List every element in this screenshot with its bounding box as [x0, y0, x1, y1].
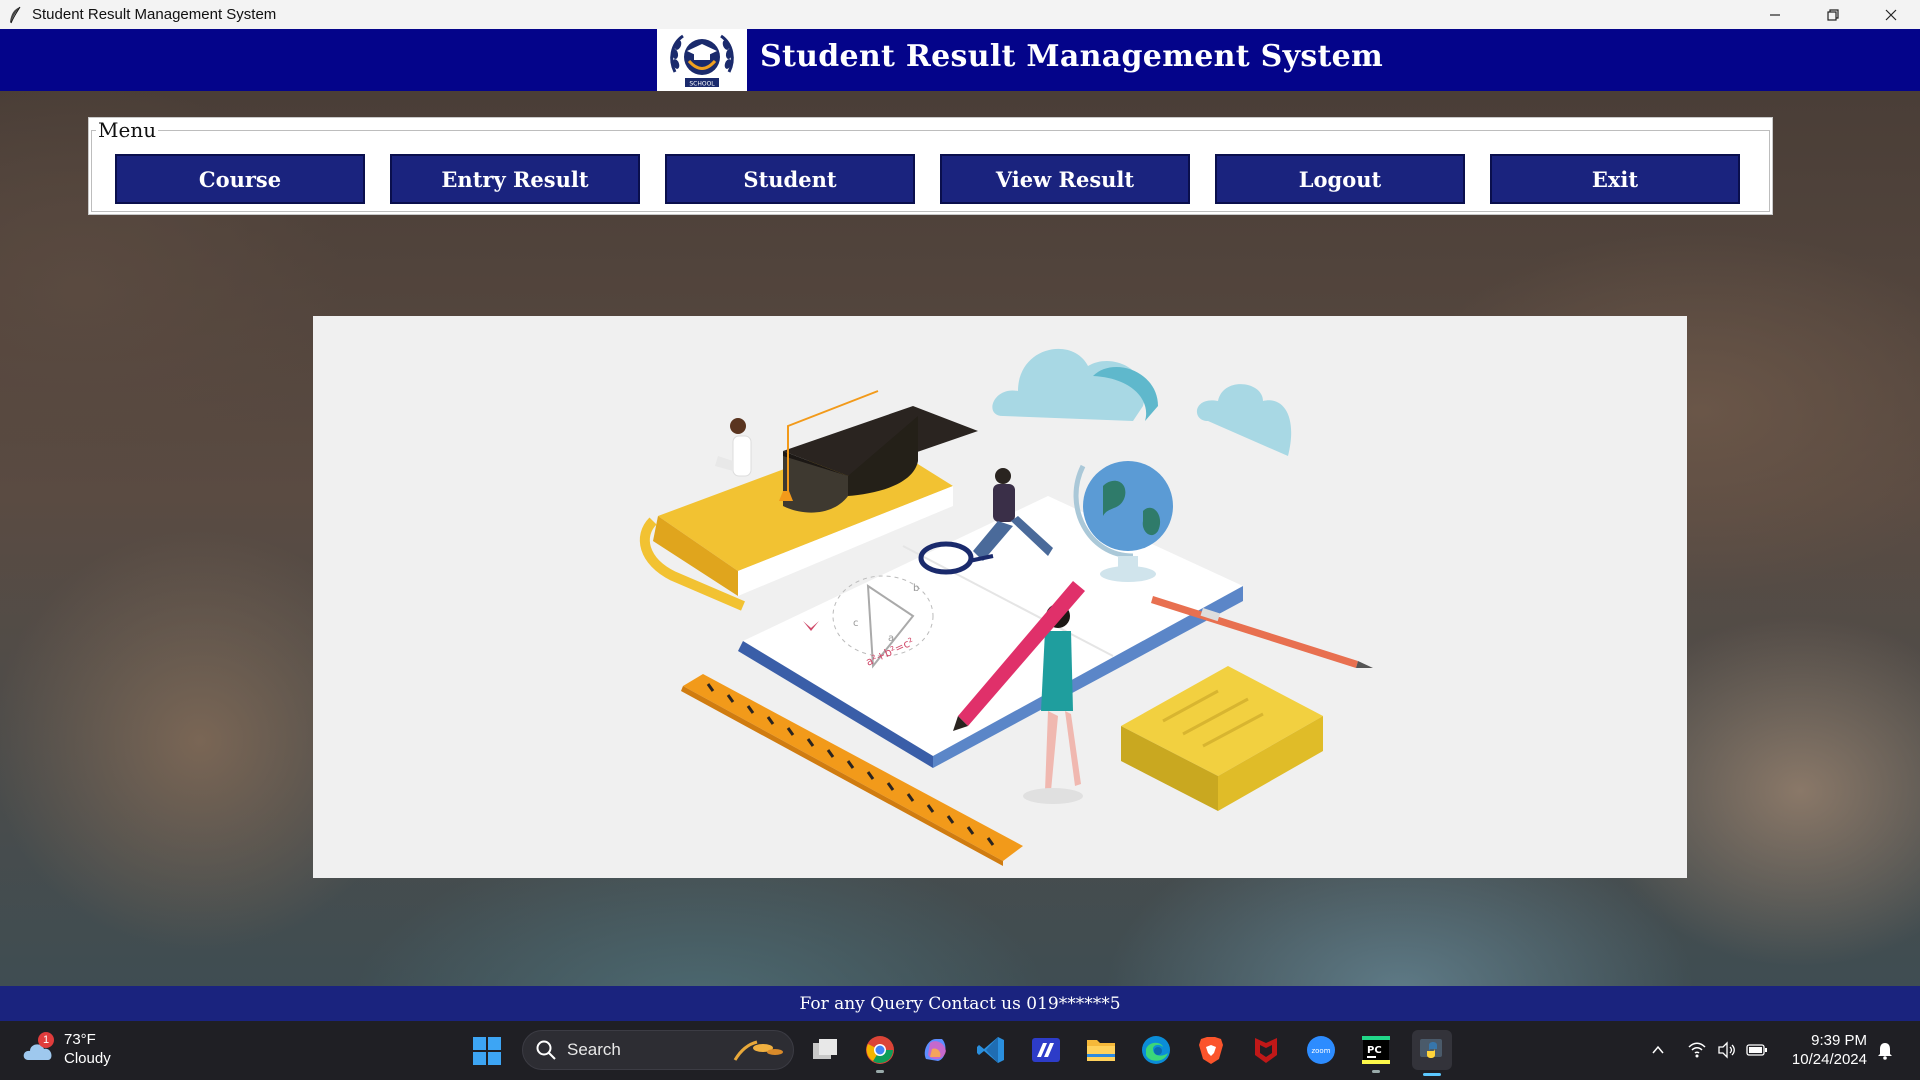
view-result-button[interactable]: View Result — [940, 154, 1190, 204]
app-header: SCHOOL Student Result Management System — [0, 29, 1920, 91]
edge-icon[interactable] — [1139, 1033, 1173, 1067]
vscode-icon[interactable] — [974, 1033, 1008, 1067]
exit-button[interactable]: Exit — [1490, 154, 1740, 204]
svg-text:b: b — [913, 583, 919, 594]
notification-bell-icon[interactable] — [1874, 1039, 1896, 1061]
restore-icon — [1827, 8, 1839, 21]
window-titlebar: Student Result Management System — [0, 0, 1920, 29]
svg-text:SCHOOL: SCHOOL — [689, 81, 715, 88]
search-highlight-icon — [733, 1040, 783, 1061]
weather-condition: Cloudy — [64, 1050, 111, 1067]
school-logo: SCHOOL — [657, 29, 747, 91]
volume-icon[interactable] — [1716, 1039, 1738, 1061]
course-button[interactable]: Course — [115, 154, 365, 204]
svg-text:zoom: zoom — [1311, 1047, 1330, 1055]
search-icon — [536, 1040, 556, 1060]
windows-start-icon[interactable] — [471, 1035, 503, 1067]
clock-time: 9:39 PM — [1811, 1032, 1867, 1049]
svg-text:PC: PC — [1367, 1045, 1382, 1056]
menu-frame: Menu Course Entry Result Student View Re… — [88, 117, 1773, 215]
svg-text:a: a — [888, 633, 894, 644]
minimize-button[interactable] — [1746, 0, 1804, 29]
wifi-icon[interactable] — [1686, 1039, 1708, 1061]
weather-temperature: 73°F — [64, 1031, 96, 1048]
sticky-notes-icon — [1121, 666, 1323, 811]
task-view-icon[interactable] — [808, 1033, 842, 1067]
copilot-icon[interactable] — [918, 1033, 952, 1067]
zoom-icon[interactable]: zoom — [1304, 1033, 1338, 1067]
taskbar-clock[interactable]: 9:39 PM 10/24/2024 — [1787, 1031, 1867, 1069]
app-title: Student Result Management System — [760, 39, 1384, 74]
chrome-icon[interactable] — [863, 1033, 897, 1073]
search-label: Search — [567, 1040, 621, 1059]
menu-label: Menu — [96, 118, 159, 142]
pycharm-icon[interactable]: PC — [1359, 1033, 1393, 1073]
school-logo-icon: SCHOOL — [670, 34, 734, 88]
logout-button[interactable]: Logout — [1215, 154, 1465, 204]
clock-date: 10/24/2024 — [1791, 1051, 1867, 1068]
close-button[interactable] — [1862, 0, 1920, 29]
weather-widget[interactable]: 1 73°F Cloudy — [22, 1030, 111, 1068]
chevron-up-icon[interactable] — [1647, 1039, 1669, 1061]
feather-icon — [10, 6, 21, 23]
taskbar: 1 73°F Cloudy Search zoom PC 9:39 PM 10/… — [0, 1021, 1920, 1080]
weather-badge: 1 — [38, 1032, 54, 1048]
mcafee-icon[interactable] — [1249, 1033, 1283, 1067]
window-title: Student Result Management System — [32, 6, 277, 23]
cloud-icon — [1196, 384, 1292, 456]
minimize-icon — [1770, 13, 1780, 16]
close-icon — [1885, 9, 1897, 20]
cloud-icon: 1 — [22, 1032, 56, 1064]
restore-button[interactable] — [1804, 0, 1862, 29]
powerautomate-icon[interactable] — [1029, 1033, 1063, 1067]
brave-icon[interactable] — [1194, 1033, 1228, 1067]
education-illustration-art: a²+b²=c² a b c — [639, 348, 1373, 866]
file-explorer-icon[interactable] — [1084, 1033, 1118, 1067]
student-button[interactable]: Student — [665, 154, 915, 204]
battery-icon[interactable] — [1746, 1039, 1768, 1061]
footer-contact: For any Query Contact us 019******5 — [0, 986, 1920, 1021]
python-icon[interactable] — [1412, 1030, 1452, 1076]
svg-text:c: c — [853, 618, 859, 629]
person-sitting-icon — [715, 418, 752, 477]
education-illustration: a²+b²=c² a b c — [313, 316, 1687, 878]
taskbar-search[interactable]: Search — [522, 1030, 794, 1070]
entry-result-button[interactable]: Entry Result — [390, 154, 640, 204]
cloud-icon — [992, 348, 1158, 421]
